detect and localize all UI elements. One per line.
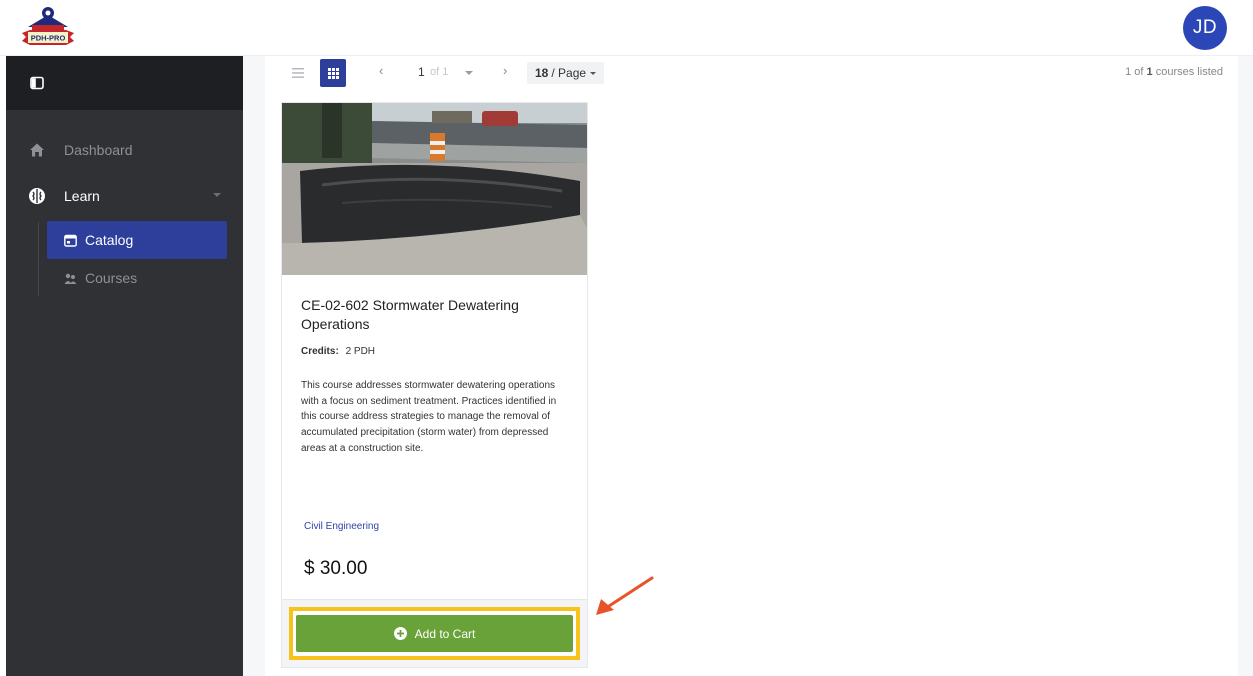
results-count: 1 of 1 courses listed — [1125, 66, 1223, 78]
home-icon — [28, 141, 46, 159]
plus-circle-icon — [393, 627, 407, 640]
calendar-icon — [63, 233, 77, 247]
sidebar-item-label: Courses — [85, 270, 138, 286]
course-category-link[interactable]: Civil Engineering — [304, 521, 379, 532]
subnav-divider — [38, 222, 39, 296]
per-page-suffix: / Page — [551, 66, 587, 80]
add-to-cart-button[interactable]: Add to Cart — [296, 615, 573, 652]
top-header: PDH-PRO JD — [0, 0, 1253, 56]
add-to-cart-label: Add to Cart — [414, 626, 476, 641]
results-count-prefix: 1 of — [1125, 66, 1144, 78]
grid-view-button[interactable] — [320, 59, 346, 87]
previous-page-button[interactable]: ‹ — [379, 63, 383, 78]
logo[interactable]: PDH-PRO — [18, 3, 78, 49]
chevron-down-icon[interactable] — [213, 193, 221, 197]
credits-value: 2 PDH — [345, 346, 376, 357]
sidebar-item-dashboard[interactable]: Dashboard — [6, 132, 243, 168]
logo-text: PDH-PRO — [31, 34, 66, 43]
user-avatar[interactable]: JD — [1183, 6, 1227, 50]
chevron-down-icon[interactable] — [465, 71, 473, 75]
course-credits: Credits: 2 PDH — [301, 346, 375, 357]
course-description: This course addresses stormwater dewater… — [301, 380, 557, 454]
annotation-arrow-icon — [596, 576, 654, 615]
course-title[interactable]: CE-02-602 Stormwater Dewatering Operatio… — [301, 296, 571, 334]
page-total: of 1 — [430, 66, 449, 78]
sidebar-header — [6, 56, 243, 110]
sidebar: Dashboard Learn Catalog Courses — [6, 56, 243, 676]
page-number-select[interactable]: 1 — [418, 65, 425, 79]
list-view-button[interactable] — [285, 59, 311, 87]
users-icon — [63, 271, 77, 285]
course-image[interactable] — [282, 103, 587, 275]
course-card[interactable]: CE-02-602 Stormwater Dewatering Operatio… — [281, 102, 588, 668]
credits-label: Credits: — [301, 346, 339, 357]
sidebar-item-learn[interactable]: Learn — [6, 178, 243, 214]
results-count-number: 1 — [1146, 66, 1153, 78]
caret-down-icon — [590, 71, 597, 75]
sidebar-item-catalog[interactable]: Catalog — [47, 221, 227, 259]
sidebar-item-label: Learn — [64, 188, 100, 204]
brain-icon — [28, 187, 46, 205]
sidebar-item-label: Catalog — [85, 232, 134, 248]
sidebar-item-label: Dashboard — [64, 142, 133, 158]
sidebar-item-courses[interactable]: Courses — [47, 259, 227, 297]
per-page-select[interactable]: 18 / Page — [527, 62, 605, 84]
next-page-button[interactable]: › — [503, 63, 507, 78]
course-price: $ 30.00 — [304, 558, 368, 579]
results-count-suffix: courses listed — [1155, 66, 1223, 78]
per-page-value: 18 — [535, 66, 549, 80]
list-icon — [292, 68, 304, 78]
grid-icon — [327, 67, 339, 79]
sidebar-toggle-icon[interactable] — [30, 76, 44, 90]
